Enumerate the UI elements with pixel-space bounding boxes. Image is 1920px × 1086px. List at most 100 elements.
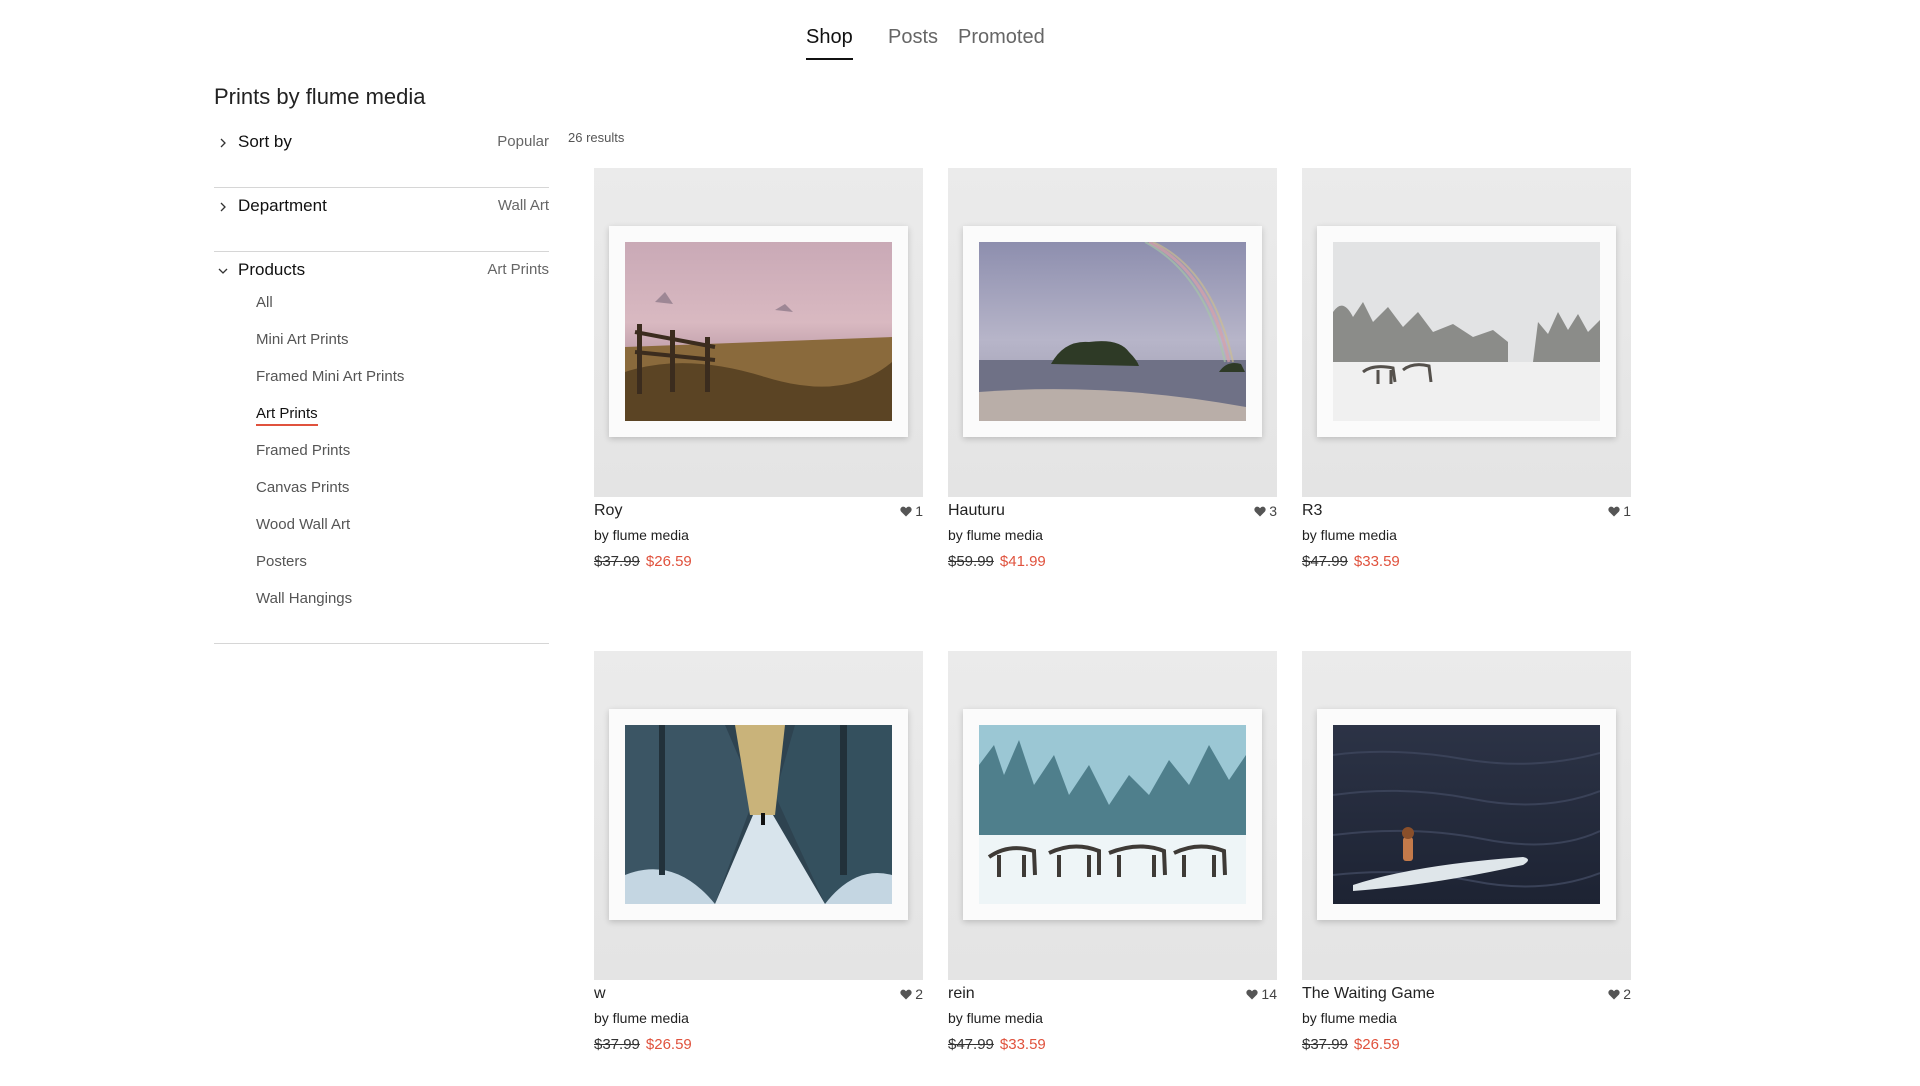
product-title[interactable]: Hauturu	[948, 502, 1005, 520]
heart-icon	[900, 506, 912, 516]
heart-icon	[1254, 506, 1266, 516]
product-prices: $37.99 $26.59	[594, 1036, 692, 1053]
sale-price: $26.59	[645, 553, 692, 570]
product-prices: $47.99 $33.59	[948, 1036, 1046, 1053]
profile-tabs: Shop Posts Promoted	[0, 26, 1920, 66]
sale-price: $33.59	[999, 1036, 1046, 1053]
sale-price: $41.99	[999, 553, 1046, 570]
filter-sidebar: Sort by Popular Department Wall Art Prod…	[214, 124, 549, 644]
product-photo	[1333, 725, 1600, 904]
like-count-value: 3	[1269, 503, 1277, 519]
product-prices: $47.99 $33.59	[1302, 553, 1400, 570]
tab-posts[interactable]: Posts	[888, 26, 938, 49]
print-mat	[963, 709, 1262, 920]
product-photo	[625, 242, 892, 421]
product-artist[interactable]: by flume media	[948, 527, 1043, 543]
product-photo	[625, 725, 892, 904]
heart-icon	[1246, 989, 1259, 999]
product-prices: $59.99 $41.99	[948, 553, 1046, 570]
product-artist[interactable]: by flume media	[594, 527, 689, 543]
print-mat	[609, 226, 908, 437]
product-option-all[interactable]: All	[256, 292, 549, 329]
product-image[interactable]	[594, 168, 923, 497]
product-option-posters[interactable]: Posters	[256, 551, 549, 588]
product-type-list: All Mini Art Prints Framed Mini Art Prin…	[214, 292, 549, 643]
product-option-framed-prints[interactable]: Framed Prints	[256, 440, 549, 477]
product-artist[interactable]: by flume media	[948, 1010, 1043, 1026]
product-image[interactable]	[948, 168, 1277, 497]
product-meta: rein 14 by flume media $47.99 $33.59	[948, 980, 1277, 1060]
product-meta: w 2 by flume media $37.99 $26.59	[594, 980, 923, 1060]
product-option-framed-mini-art-prints[interactable]: Framed Mini Art Prints	[256, 366, 549, 403]
print-mat	[963, 226, 1262, 437]
product-title[interactable]: Roy	[594, 502, 622, 520]
product-artist[interactable]: by flume media	[1302, 1010, 1397, 1026]
filter-products: Products Art Prints All Mini Art Prints …	[214, 252, 549, 644]
product-title[interactable]: w	[594, 985, 606, 1003]
product-option-wood-wall-art[interactable]: Wood Wall Art	[256, 514, 549, 551]
product-title[interactable]: rein	[948, 985, 975, 1003]
product-meta: R3 1 by flume media $47.99 $33.59	[1302, 497, 1631, 577]
product-card[interactable]: Hauturu 3 by flume media $59.99 $41.99	[948, 168, 1277, 577]
product-card[interactable]: Roy 1 by flume media $37.99 $26.59	[594, 168, 923, 577]
like-count[interactable]: 1	[900, 503, 923, 519]
like-count-value: 2	[915, 986, 923, 1002]
like-count-value: 14	[1261, 986, 1277, 1002]
product-option-canvas-prints[interactable]: Canvas Prints	[256, 477, 549, 514]
filter-department-toggle[interactable]: Department Wall Art	[214, 188, 549, 251]
shop-page: Shop Posts Promoted Prints by flume medi…	[0, 0, 1920, 1086]
sale-price: $33.59	[1353, 553, 1400, 570]
product-title[interactable]: R3	[1302, 502, 1322, 520]
product-photo	[979, 725, 1246, 904]
filter-sort-by-toggle[interactable]: Sort by Popular	[214, 124, 549, 187]
like-count[interactable]: 1	[1608, 503, 1631, 519]
product-card[interactable]: w 2 by flume media $37.99 $26.59	[594, 651, 923, 1060]
original-price: $37.99	[1302, 1036, 1348, 1053]
product-image[interactable]	[948, 651, 1277, 980]
like-count-value: 1	[1623, 503, 1631, 519]
product-prices: $37.99 $26.59	[594, 553, 692, 570]
page-title: Prints by flume media	[214, 84, 426, 109]
product-image[interactable]	[594, 651, 923, 980]
filter-products-toggle[interactable]: Products Art Prints	[214, 252, 549, 292]
product-artist[interactable]: by flume media	[1302, 527, 1397, 543]
original-price: $37.99	[594, 553, 640, 570]
product-card[interactable]: rein 14 by flume media $47.99 $33.59	[948, 651, 1277, 1060]
product-card[interactable]: The Waiting Game 2 by flume media $37.99…	[1302, 651, 1631, 1060]
sale-price: $26.59	[1353, 1036, 1400, 1053]
heart-icon	[1608, 989, 1620, 999]
chevron-right-icon	[218, 138, 230, 150]
filter-department: Department Wall Art	[214, 188, 549, 252]
print-mat	[1317, 226, 1616, 437]
chevron-down-icon	[218, 266, 230, 278]
product-card[interactable]: R3 1 by flume media $47.99 $33.59	[1302, 168, 1631, 577]
product-photo	[1333, 242, 1600, 421]
product-option-mini-art-prints[interactable]: Mini Art Prints	[256, 329, 549, 366]
tab-shop[interactable]: Shop	[806, 26, 853, 60]
tab-promoted[interactable]: Promoted	[958, 26, 1045, 49]
original-price: $47.99	[948, 1036, 994, 1053]
heart-icon	[1608, 506, 1620, 516]
print-mat	[609, 709, 908, 920]
like-count[interactable]: 2	[1608, 986, 1631, 1002]
like-count[interactable]: 3	[1254, 503, 1277, 519]
original-price: $47.99	[1302, 553, 1348, 570]
results-count: 26 results	[568, 130, 625, 145]
filter-value: Wall Art	[497, 197, 549, 214]
product-option-wall-hangings[interactable]: Wall Hangings	[256, 588, 549, 625]
product-image[interactable]	[1302, 168, 1631, 497]
product-title[interactable]: The Waiting Game	[1302, 985, 1435, 1003]
like-count-value: 2	[1623, 986, 1631, 1002]
product-photo	[979, 242, 1246, 421]
product-image[interactable]	[1302, 651, 1631, 980]
product-artist[interactable]: by flume media	[594, 1010, 689, 1026]
filter-label: Department	[238, 196, 327, 215]
like-count[interactable]: 2	[900, 986, 923, 1002]
like-count[interactable]: 14	[1246, 986, 1277, 1002]
product-meta: The Waiting Game 2 by flume media $37.99…	[1302, 980, 1631, 1060]
filter-sort-by: Sort by Popular	[214, 124, 549, 188]
product-option-art-prints[interactable]: Art Prints	[256, 403, 549, 440]
print-mat	[1317, 709, 1616, 920]
like-count-value: 1	[915, 503, 923, 519]
filter-label: Sort by	[238, 132, 292, 151]
